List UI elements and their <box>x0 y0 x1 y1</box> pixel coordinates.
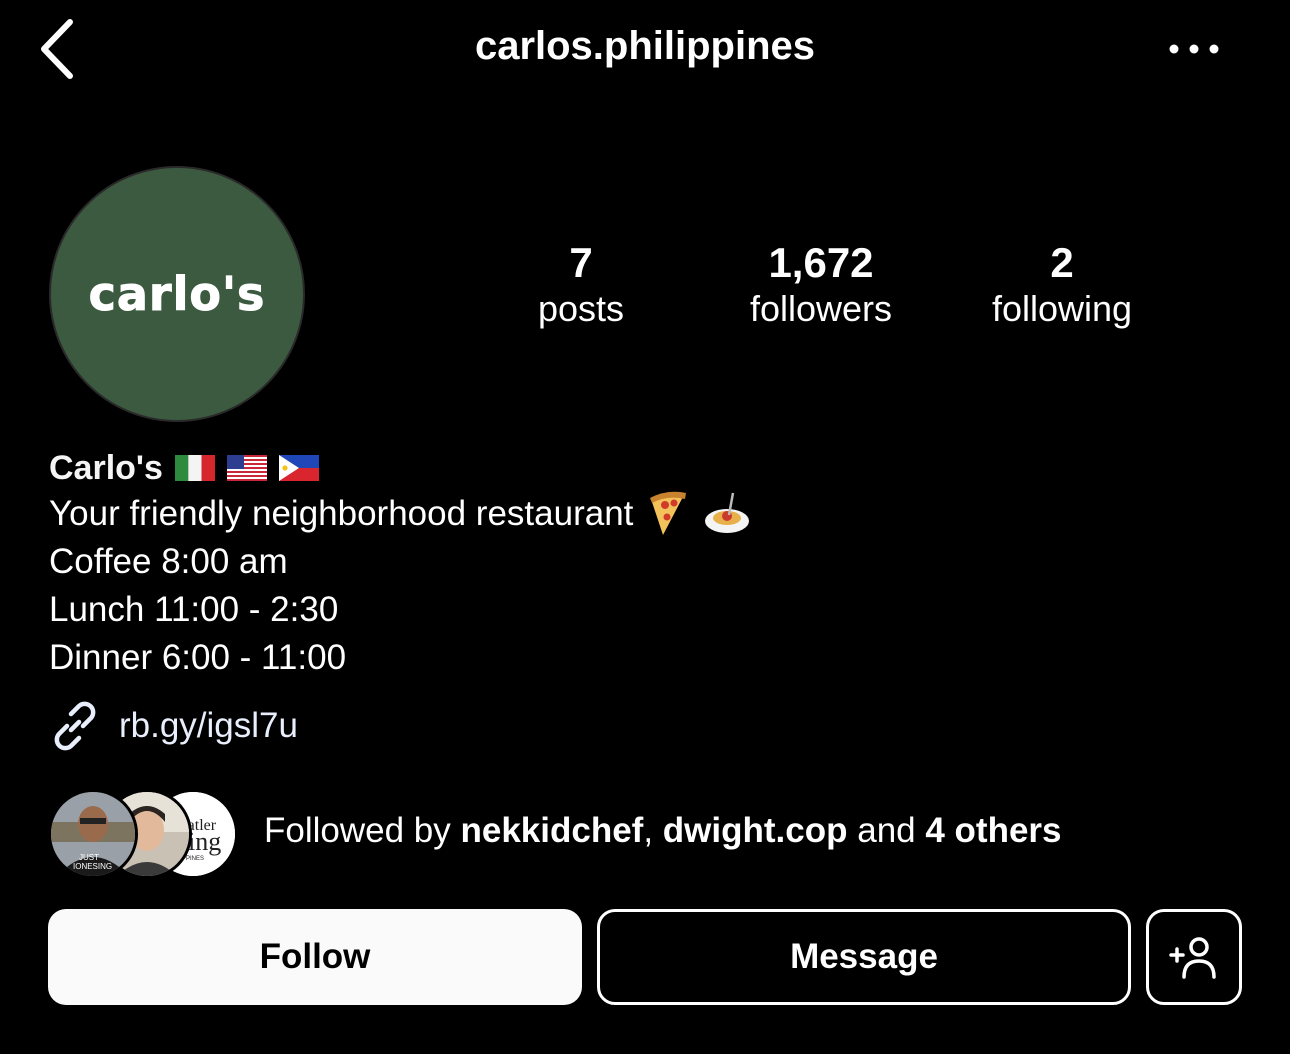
mutual-avatars: Tatler ning LIPPINES JUST IONESING <box>48 787 238 879</box>
followed-by-and: and <box>847 811 926 850</box>
mutual-user-dwight-cop[interactable]: dwight.cop <box>663 811 848 850</box>
display-name: Carlo's <box>49 449 163 487</box>
avatar-logo-text: carlo's <box>88 267 266 322</box>
usa-flag-icon <box>226 455 267 481</box>
spaghetti-icon <box>705 492 750 533</box>
followed-by-separator: , <box>643 811 663 850</box>
stat-posts[interactable]: 7 posts <box>461 240 701 332</box>
avatar-photo-1: JUST IONESING <box>51 792 135 876</box>
add-person-icon <box>1169 937 1216 979</box>
bio-section: Carlo's Your friendly neighborhood resta… <box>49 446 1249 682</box>
more-options-button[interactable] <box>1164 34 1224 64</box>
posts-count: 7 <box>569 239 593 286</box>
mutual-followers[interactable]: Tatler ning LIPPINES JUST IONESING Follo… <box>48 786 1062 879</box>
mutual-user-nekkidchef[interactable]: nekkidchef <box>460 811 643 850</box>
stat-following[interactable]: 2 following <box>942 240 1182 332</box>
stat-followers[interactable]: 1,672 followers <box>701 240 941 332</box>
bio-line-3: Lunch 11:00 - 2:30 <box>49 590 339 629</box>
bio-line-2: Coffee 8:00 am <box>49 542 288 581</box>
mutual-avatar-1: JUST IONESING <box>48 789 138 879</box>
more-horizontal-icon <box>1169 44 1219 54</box>
suggested-users-button[interactable] <box>1146 909 1242 1005</box>
profile-avatar[interactable]: carlo's <box>49 166 305 422</box>
followers-count: 1,672 <box>768 239 874 286</box>
mutual-others-link[interactable]: 4 others <box>925 811 1061 850</box>
italy-flag-icon <box>174 455 215 481</box>
pizza-icon <box>650 491 687 535</box>
posts-label: posts <box>537 288 625 329</box>
followed-by-text: Followed by nekkidchef, dwight.cop and 4… <box>264 811 1062 851</box>
header-username: carlos.philippines <box>474 24 816 68</box>
bio-link-text: rb.gy/igsl7u <box>119 706 298 745</box>
profile-page: carlos.philippines carlo's 7 posts 1,672… <box>0 0 1290 1054</box>
link-icon <box>54 701 96 751</box>
followed-by-prefix: Followed by <box>264 811 461 850</box>
bio-line-4: Dinner 6:00 - 11:00 <box>49 638 347 677</box>
display-name-row: Carlo's <box>49 446 1249 490</box>
following-label: following <box>991 288 1133 329</box>
message-button[interactable]: Message <box>597 909 1131 1005</box>
follow-button[interactable]: Follow <box>48 909 582 1005</box>
bio-line-1: Your friendly neighborhood restaurant <box>49 490 1249 538</box>
following-count: 2 <box>1050 239 1074 286</box>
bio-link[interactable]: rb.gy/igsl7u <box>49 700 298 752</box>
followers-label: followers <box>749 288 893 329</box>
bio-tagline: Your friendly neighborhood restaurant <box>49 494 634 533</box>
svg-text:JUST: JUST <box>79 853 99 862</box>
svg-text:IONESING: IONESING <box>73 862 112 871</box>
philippines-flag-icon <box>278 455 319 481</box>
